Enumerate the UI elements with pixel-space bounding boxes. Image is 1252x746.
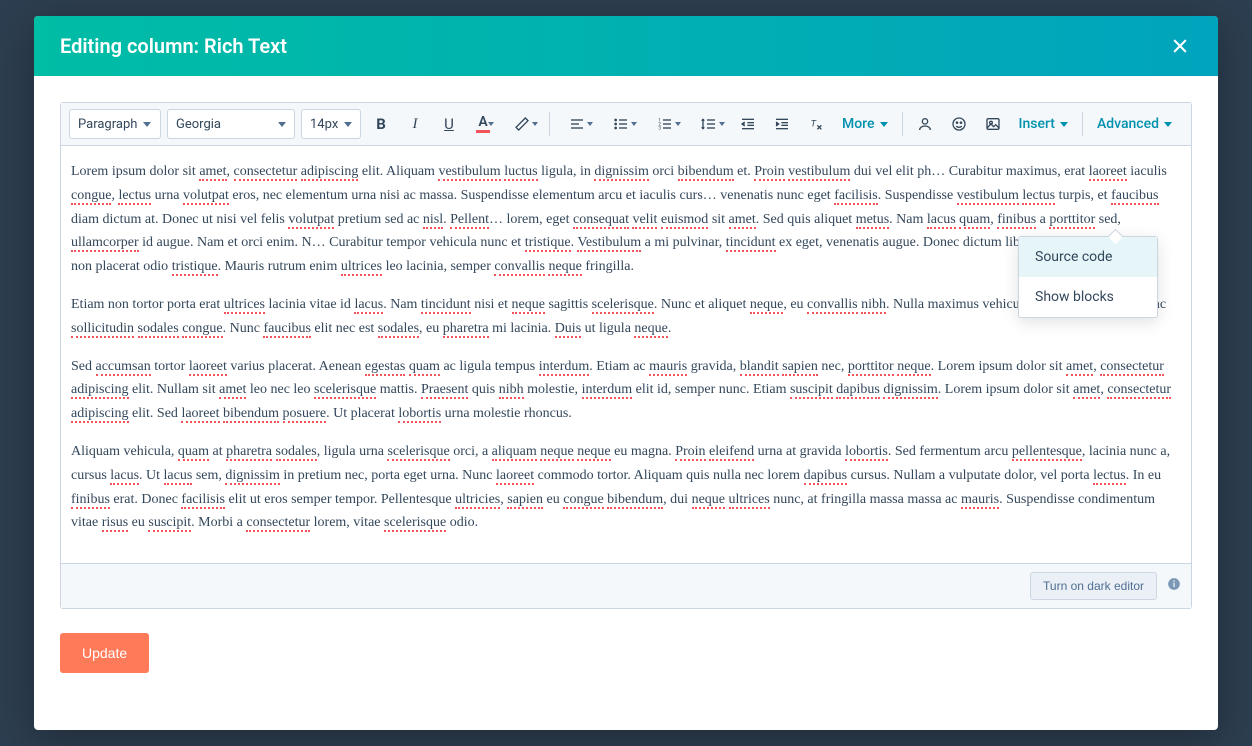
chevron-down-icon [1164,122,1172,127]
insert-menu[interactable]: Insert [1013,112,1074,136]
numbered-list-button[interactable]: 123 [646,110,684,138]
paragraph: Aliquam vehicula, quam at pharetra sodal… [71,440,1181,535]
chevron-down-icon [488,122,494,126]
bullet-list-button[interactable] [602,110,640,138]
paragraph: Etiam non tortor porta erat ultrices lac… [71,293,1181,341]
modal-body: Paragraph Georgia 14px B I U A [34,76,1218,730]
personalize-button[interactable] [911,110,939,138]
dropdown-item-show-blocks[interactable]: Show blocks [1019,277,1157,317]
image-icon [985,116,1001,132]
person-icon [917,116,933,132]
chevron-down-icon [719,122,725,126]
paragraph: Sed accumsan tortor laoreet varius place… [71,355,1181,426]
indent-button[interactable] [768,110,796,138]
modal-title: Editing column: Rich Text [60,34,287,58]
more-label: More [842,116,875,132]
editor-content[interactable]: Lorem ipsum dolor sit amet, consectetur … [61,146,1191,563]
highlight-button[interactable] [503,110,541,138]
emoji-button[interactable] [945,110,973,138]
font-size-select[interactable]: 14px [301,109,361,139]
advanced-dropdown: Source code Show blocks [1018,236,1158,318]
insert-label: Insert [1019,116,1055,132]
modal-header: Editing column: Rich Text [34,16,1218,76]
underline-button[interactable]: U [435,110,463,138]
line-height-icon [701,116,717,132]
paragraph: Lorem ipsum dolor sit amet, consectetur … [71,160,1181,279]
divider [549,112,550,136]
font-family-select[interactable]: Georgia [167,109,295,139]
close-icon[interactable] [1168,34,1192,58]
italic-button[interactable]: I [401,110,429,138]
list-bullet-icon [613,116,629,132]
modal: Editing column: Rich Text Paragraph Geor… [34,16,1218,730]
outdent-button[interactable] [734,110,762,138]
indent-icon [774,116,790,132]
font-color-button[interactable]: A [469,110,497,138]
editor-footer: Turn on dark editor [61,563,1191,608]
chevron-down-icon [143,122,151,127]
align-button[interactable] [558,110,596,138]
chevron-down-icon [631,122,637,126]
outdent-icon [740,116,756,132]
svg-text:3: 3 [658,125,661,131]
chevron-down-icon [880,122,888,127]
clear-format-button[interactable]: T [802,110,830,138]
chevron-down-icon [1060,122,1068,127]
image-button[interactable] [979,110,1007,138]
chevron-down-icon [675,122,681,126]
font-size-value: 14px [310,117,338,132]
editor: Paragraph Georgia 14px B I U A [60,102,1192,609]
chevron-down-icon [532,122,538,126]
block-format-select[interactable]: Paragraph [69,109,161,139]
align-left-icon [569,116,585,132]
line-height-button[interactable] [690,110,728,138]
chevron-down-icon [344,122,352,127]
advanced-menu[interactable]: Advanced [1091,112,1178,136]
update-button[interactable]: Update [60,633,149,673]
chevron-down-icon [278,122,286,127]
dropdown-item-source-code[interactable]: Source code [1019,237,1157,277]
more-menu[interactable]: More [836,112,894,136]
smile-icon [951,116,967,132]
svg-text:T: T [811,119,817,130]
dark-editor-button[interactable]: Turn on dark editor [1030,572,1157,600]
advanced-label: Advanced [1097,116,1159,132]
toolbar: Paragraph Georgia 14px B I U A [61,103,1191,146]
list-number-icon: 123 [657,116,673,132]
highlighter-icon [514,116,530,132]
letter-a-icon: A [478,115,487,129]
bold-button[interactable]: B [367,110,395,138]
chevron-down-icon [587,122,593,126]
clear-format-icon: T [808,116,824,132]
block-format-value: Paragraph [78,117,137,132]
color-bar [476,130,490,133]
divider [902,112,903,136]
divider [1082,112,1083,136]
info-icon[interactable] [1167,577,1181,595]
font-family-value: Georgia [176,117,221,132]
